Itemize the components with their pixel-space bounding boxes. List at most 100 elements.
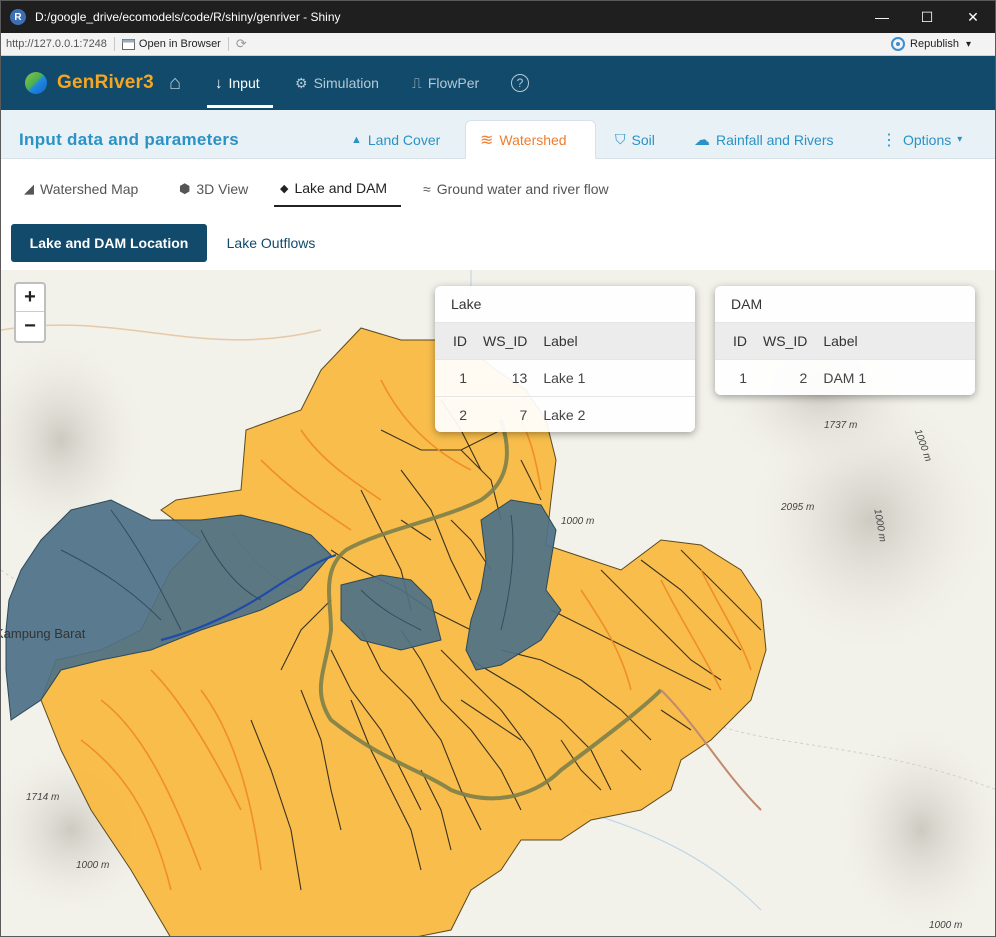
col-header-id[interactable]: ID — [715, 323, 755, 359]
genriver-logo-icon — [25, 72, 47, 94]
lake-outflows-button[interactable]: Lake Outflows — [211, 224, 331, 262]
tab-rainfall-rivers[interactable]: ☁ Rainfall and Rivers — [680, 120, 848, 159]
soil-icon: ⛉ — [615, 131, 626, 147]
maximize-button[interactable]: ☐ — [904, 1, 950, 33]
republish-label: Republish — [910, 38, 959, 50]
divider — [113, 37, 115, 51]
window-title: D:/google_drive/ecomodels/code/R/shiny/g… — [35, 10, 341, 24]
col-header-label[interactable]: Label — [535, 323, 695, 359]
republish-button[interactable]: Republish ▾ — [891, 37, 971, 51]
active-nav-indicator — [207, 105, 273, 108]
open-in-browser-label: Open in Browser — [138, 38, 221, 50]
app-window: R D:/google_drive/ecomodels/code/R/shiny… — [0, 0, 996, 937]
col-header-ws-id[interactable]: WS_ID — [475, 323, 536, 359]
cell-id: 2 — [435, 395, 475, 432]
cell-id: 1 — [715, 358, 755, 395]
col-header-ws-id[interactable]: WS_ID — [755, 323, 816, 359]
brand[interactable]: GenRiver3 — [25, 72, 154, 94]
r-app-icon: R — [10, 9, 26, 25]
brand-title: GenRiver3 — [57, 72, 154, 94]
water-icon: ≋ — [480, 131, 494, 149]
gears-icon: ⚙ — [295, 74, 308, 91]
close-button[interactable]: ✕ — [950, 1, 995, 33]
divider — [227, 37, 229, 51]
fish-icon: ◆ — [280, 182, 289, 195]
cell-label: Lake 2 — [535, 395, 695, 432]
nav-input[interactable]: ↓ Input — [215, 56, 260, 110]
subtab-3d-view[interactable]: ⬢ 3D View — [179, 171, 248, 207]
browser-window-icon — [121, 38, 135, 50]
tab-watershed[interactable]: ≋ Watershed — [465, 120, 596, 159]
subtab-groundwater[interactable]: ≈ Ground water and river flow — [423, 171, 609, 207]
minimize-button[interactable]: — — [859, 1, 905, 33]
zoom-out-button[interactable]: − — [16, 312, 44, 340]
cell-label: Lake 1 — [535, 358, 695, 396]
vertical-dots-icon: ⋮ — [881, 131, 897, 149]
zoom-in-button[interactable]: + — [16, 284, 44, 312]
cell-id: 1 — [435, 358, 475, 396]
lake-table-title: Lake — [435, 286, 695, 323]
cube-icon: ⬢ — [179, 181, 191, 196]
caret-down-icon: ▾ — [957, 134, 963, 145]
subtab-groundwater-label: Ground water and river flow — [436, 181, 609, 197]
table-row[interactable]: 2 7 Lake 2 — [435, 395, 695, 432]
lake-table-panel: Lake ID WS_ID Label 1 13 Lake 1 2 7 Lake… — [435, 286, 695, 432]
tab-land-cover-label: Land Cover — [367, 131, 441, 148]
tab-options-label: Options — [903, 131, 952, 148]
col-header-id[interactable]: ID — [435, 323, 475, 359]
col-header-label[interactable]: Label — [815, 323, 975, 359]
lake-table: ID WS_ID Label 1 13 Lake 1 2 7 Lake 2 — [435, 323, 695, 432]
water-ladder-icon: ≈ — [423, 181, 431, 197]
brand-title-part1: Gen — [57, 72, 95, 93]
tab-rainfall-rivers-label: Rainfall and Rivers — [716, 131, 834, 148]
table-row[interactable]: 1 13 Lake 1 — [435, 358, 695, 396]
title-bar: R D:/google_drive/ecomodels/code/R/shiny… — [1, 1, 995, 33]
url-field[interactable]: http://127.0.0.1:7248 — [6, 38, 107, 50]
publish-icon — [891, 37, 906, 51]
cell-ws-id: 2 — [755, 358, 816, 395]
main-navbar: GenRiver3 ⌂ ↓ Input ⚙ Simulation ⎍ FlowP… — [1, 56, 995, 110]
subtab-watershed-map-label: Watershed Map — [40, 181, 139, 197]
stream — [580, 809, 762, 911]
mountain-icon: ◢ — [24, 181, 34, 196]
subtab-watershed-map[interactable]: ◢ Watershed Map — [24, 171, 138, 207]
subtab-lake-dam[interactable]: ◆ Lake and DAM — [274, 171, 401, 207]
nav-help[interactable]: ? — [511, 56, 529, 110]
page-title: Input data and parameters — [19, 130, 240, 149]
elevation-label: 1000 m — [561, 516, 595, 527]
tab-soil-label: Soil — [631, 131, 655, 148]
arrow-down-icon: ↓ — [215, 74, 223, 92]
home-icon: ⌂ — [169, 71, 182, 94]
cell-label: DAM 1 — [815, 358, 975, 395]
tab-land-cover[interactable]: ▲ Land Cover — [337, 120, 454, 159]
dam-table-panel: DAM ID WS_ID Label 1 2 DAM 1 — [715, 286, 975, 395]
cloud-icon: ☁ — [694, 131, 710, 149]
table-row[interactable]: 1 2 DAM 1 — [715, 358, 975, 395]
nav-flowper[interactable]: ⎍ FlowPer — [412, 56, 479, 110]
place-label: Kampung Barat — [1, 626, 86, 641]
subtab-3d-view-label: 3D View — [196, 181, 249, 197]
table-header-row: ID WS_ID Label — [435, 323, 695, 359]
dam-table: ID WS_ID Label 1 2 DAM 1 — [715, 323, 975, 395]
tab-soil[interactable]: ⛉ Soil — [601, 120, 669, 159]
nav-input-label: Input — [228, 75, 260, 91]
nav-home[interactable]: ⌂ — [169, 56, 181, 110]
tree-icon: ▲ — [351, 133, 362, 146]
nav-simulation-label: Simulation — [313, 75, 379, 91]
cell-ws-id: 13 — [475, 358, 536, 396]
help-circle-icon: ? — [511, 74, 529, 92]
nav-simulation[interactable]: ⚙ Simulation — [295, 56, 379, 110]
table-header-row: ID WS_ID Label — [715, 323, 975, 359]
open-in-browser-button[interactable]: Open in Browser — [121, 38, 221, 50]
tab-options[interactable]: ⋮ Options ▾ — [867, 120, 976, 159]
address-bar: http://127.0.0.1:7248 Open in Browser ⟳ … — [1, 33, 995, 56]
zoom-control: + − — [14, 282, 46, 343]
lake-dam-location-button[interactable]: Lake and DAM Location — [11, 224, 207, 262]
cell-ws-id: 7 — [475, 395, 536, 432]
elevation-label: 1714 m — [26, 792, 60, 803]
dam-table-title: DAM — [715, 286, 975, 323]
tab-watershed-label: Watershed — [499, 131, 567, 148]
elevation-label: 2095 m — [781, 502, 815, 513]
subtab-lake-dam-label: Lake and DAM — [294, 180, 388, 196]
refresh-icon[interactable]: ⟳ — [236, 36, 247, 52]
